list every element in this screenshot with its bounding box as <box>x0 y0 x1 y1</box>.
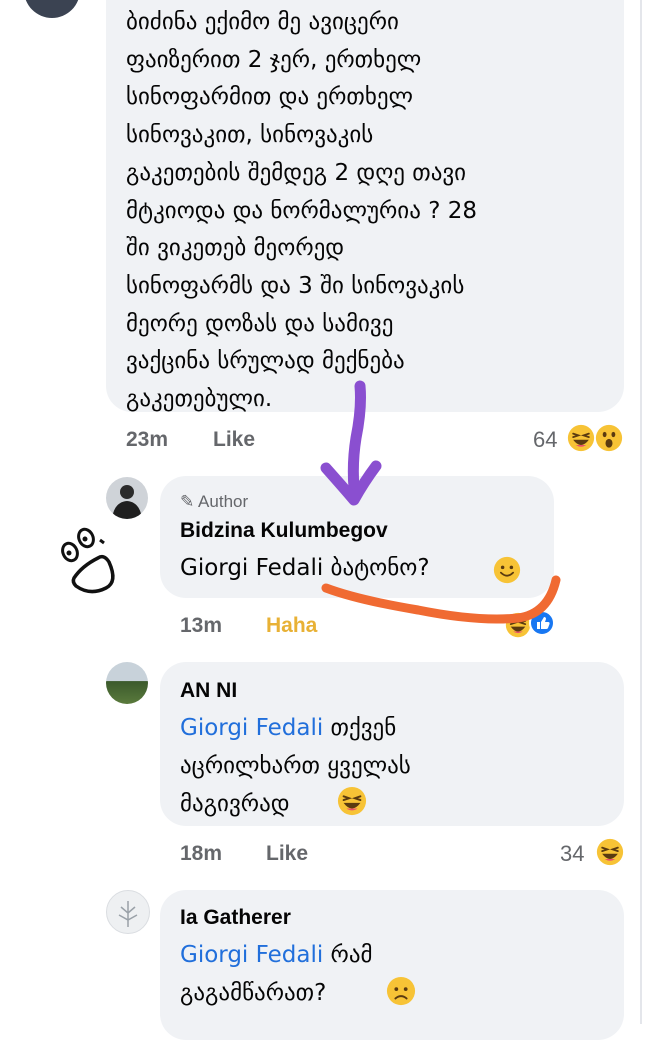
mention-link[interactable]: Giorgi Fedali <box>180 715 323 741</box>
commenter-name[interactable]: Bidzina Kulumbegov <box>180 519 388 543</box>
comment-text: Giorgi Fedali თქვენ აცრილხართ ყველას მაგ… <box>180 709 411 823</box>
haha-reaction-button[interactable]: Haha <box>266 614 317 638</box>
purple-arrow-annotation <box>320 380 382 506</box>
wow-emoji-icon[interactable] <box>595 424 623 452</box>
tree-icon <box>118 901 138 927</box>
commenter-name[interactable]: Ia Gatherer <box>180 906 291 930</box>
avatar[interactable] <box>24 0 80 18</box>
comment-time[interactable]: 18m <box>180 842 222 866</box>
laugh-emoji-icon[interactable] <box>596 838 624 866</box>
commenter-name[interactable]: AN NI <box>180 679 237 703</box>
edge-divider <box>640 0 642 1024</box>
laugh-emoji-icon[interactable] <box>567 424 595 452</box>
like-button[interactable]: Like <box>213 428 255 452</box>
comment-line: ფაიზერით 2 ჯერ, ერთხელ <box>126 46 422 73</box>
comment-text-content: გაგამწარათ? <box>180 980 327 1006</box>
author-badge-label: Author <box>198 492 249 511</box>
comment-line: ბიძინა ექიმო მე ავიცერი <box>126 9 399 35</box>
comment-line: სინოფარმს და 3 ში სინოვაკის <box>126 272 465 299</box>
comment-text: ბიძინა ექიმო მე ავიცერი ფაიზერით 2 ჯერ, … <box>126 4 477 419</box>
comment-text-content: რამ <box>323 942 373 968</box>
reaction-count[interactable]: 34 <box>560 841 584 867</box>
comment-line: ში ვიკეთებ მეორედ <box>126 235 345 262</box>
comment-line: მეორე დოზას და სამივე <box>126 310 394 337</box>
orange-underline-annotation <box>321 575 561 624</box>
mention-link[interactable]: Giorgi Fedali <box>180 555 323 581</box>
comment-line: გაკეთების შემდეგ 2 დღე თავი <box>126 159 467 186</box>
comment-line: სინოფარმით და ერთხელ <box>126 84 414 111</box>
avatar[interactable] <box>106 477 148 519</box>
like-button[interactable]: Like <box>266 842 308 866</box>
comment-text-content: აცრილხართ ყველას <box>180 753 411 779</box>
comment-line: სინოვაკით, სინოვაკის <box>126 122 374 149</box>
avatar[interactable] <box>106 890 150 934</box>
comment-text-content: მაგივრად <box>180 791 290 817</box>
comment-line: გაკეთებული. <box>126 386 273 413</box>
worried-emoji-icon <box>386 976 416 1006</box>
comment-time[interactable]: 23m <box>126 428 168 452</box>
comment-line: მტკიოდა და ნორმალურია ? 28 <box>126 197 477 224</box>
mention-link[interactable]: Giorgi Fedali <box>180 942 323 968</box>
comment-time[interactable]: 13m <box>180 614 222 638</box>
reaction-count[interactable]: 64 <box>533 427 557 453</box>
pencil-icon: ✎ <box>180 492 195 511</box>
author-badge: ✎ Author <box>180 492 248 512</box>
comment-text: Giorgi Fedali რამ გაგამწარათ? <box>180 936 373 1012</box>
person-silhouette-icon <box>112 485 142 519</box>
comment-line: ვაქცინა სრულად მექნება <box>126 348 405 375</box>
doodle-face <box>61 527 115 594</box>
laugh-emoji-icon <box>337 786 367 816</box>
comment-text-content: თქვენ <box>323 715 397 741</box>
avatar[interactable] <box>106 662 148 704</box>
